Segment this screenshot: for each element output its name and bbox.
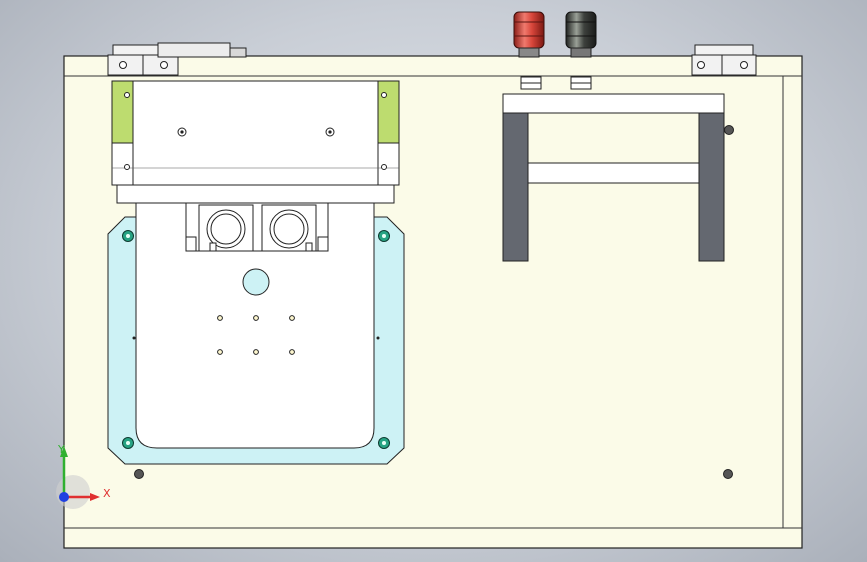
upper-block[interactable]: [111, 80, 400, 204]
black-terminal[interactable]: [565, 11, 597, 58]
round-port[interactable]: [242, 268, 270, 296]
x-axis-label: X: [103, 487, 111, 500]
y-axis-label: Y: [57, 443, 65, 456]
dual-port-connector[interactable]: [185, 202, 329, 252]
right-hinge[interactable]: [691, 44, 757, 76]
red-terminal[interactable]: [513, 11, 545, 58]
connector-block[interactable]: [157, 42, 247, 58]
model-drawing[interactable]: X Y: [0, 0, 867, 562]
cad-viewport[interactable]: X Y: [0, 0, 867, 562]
